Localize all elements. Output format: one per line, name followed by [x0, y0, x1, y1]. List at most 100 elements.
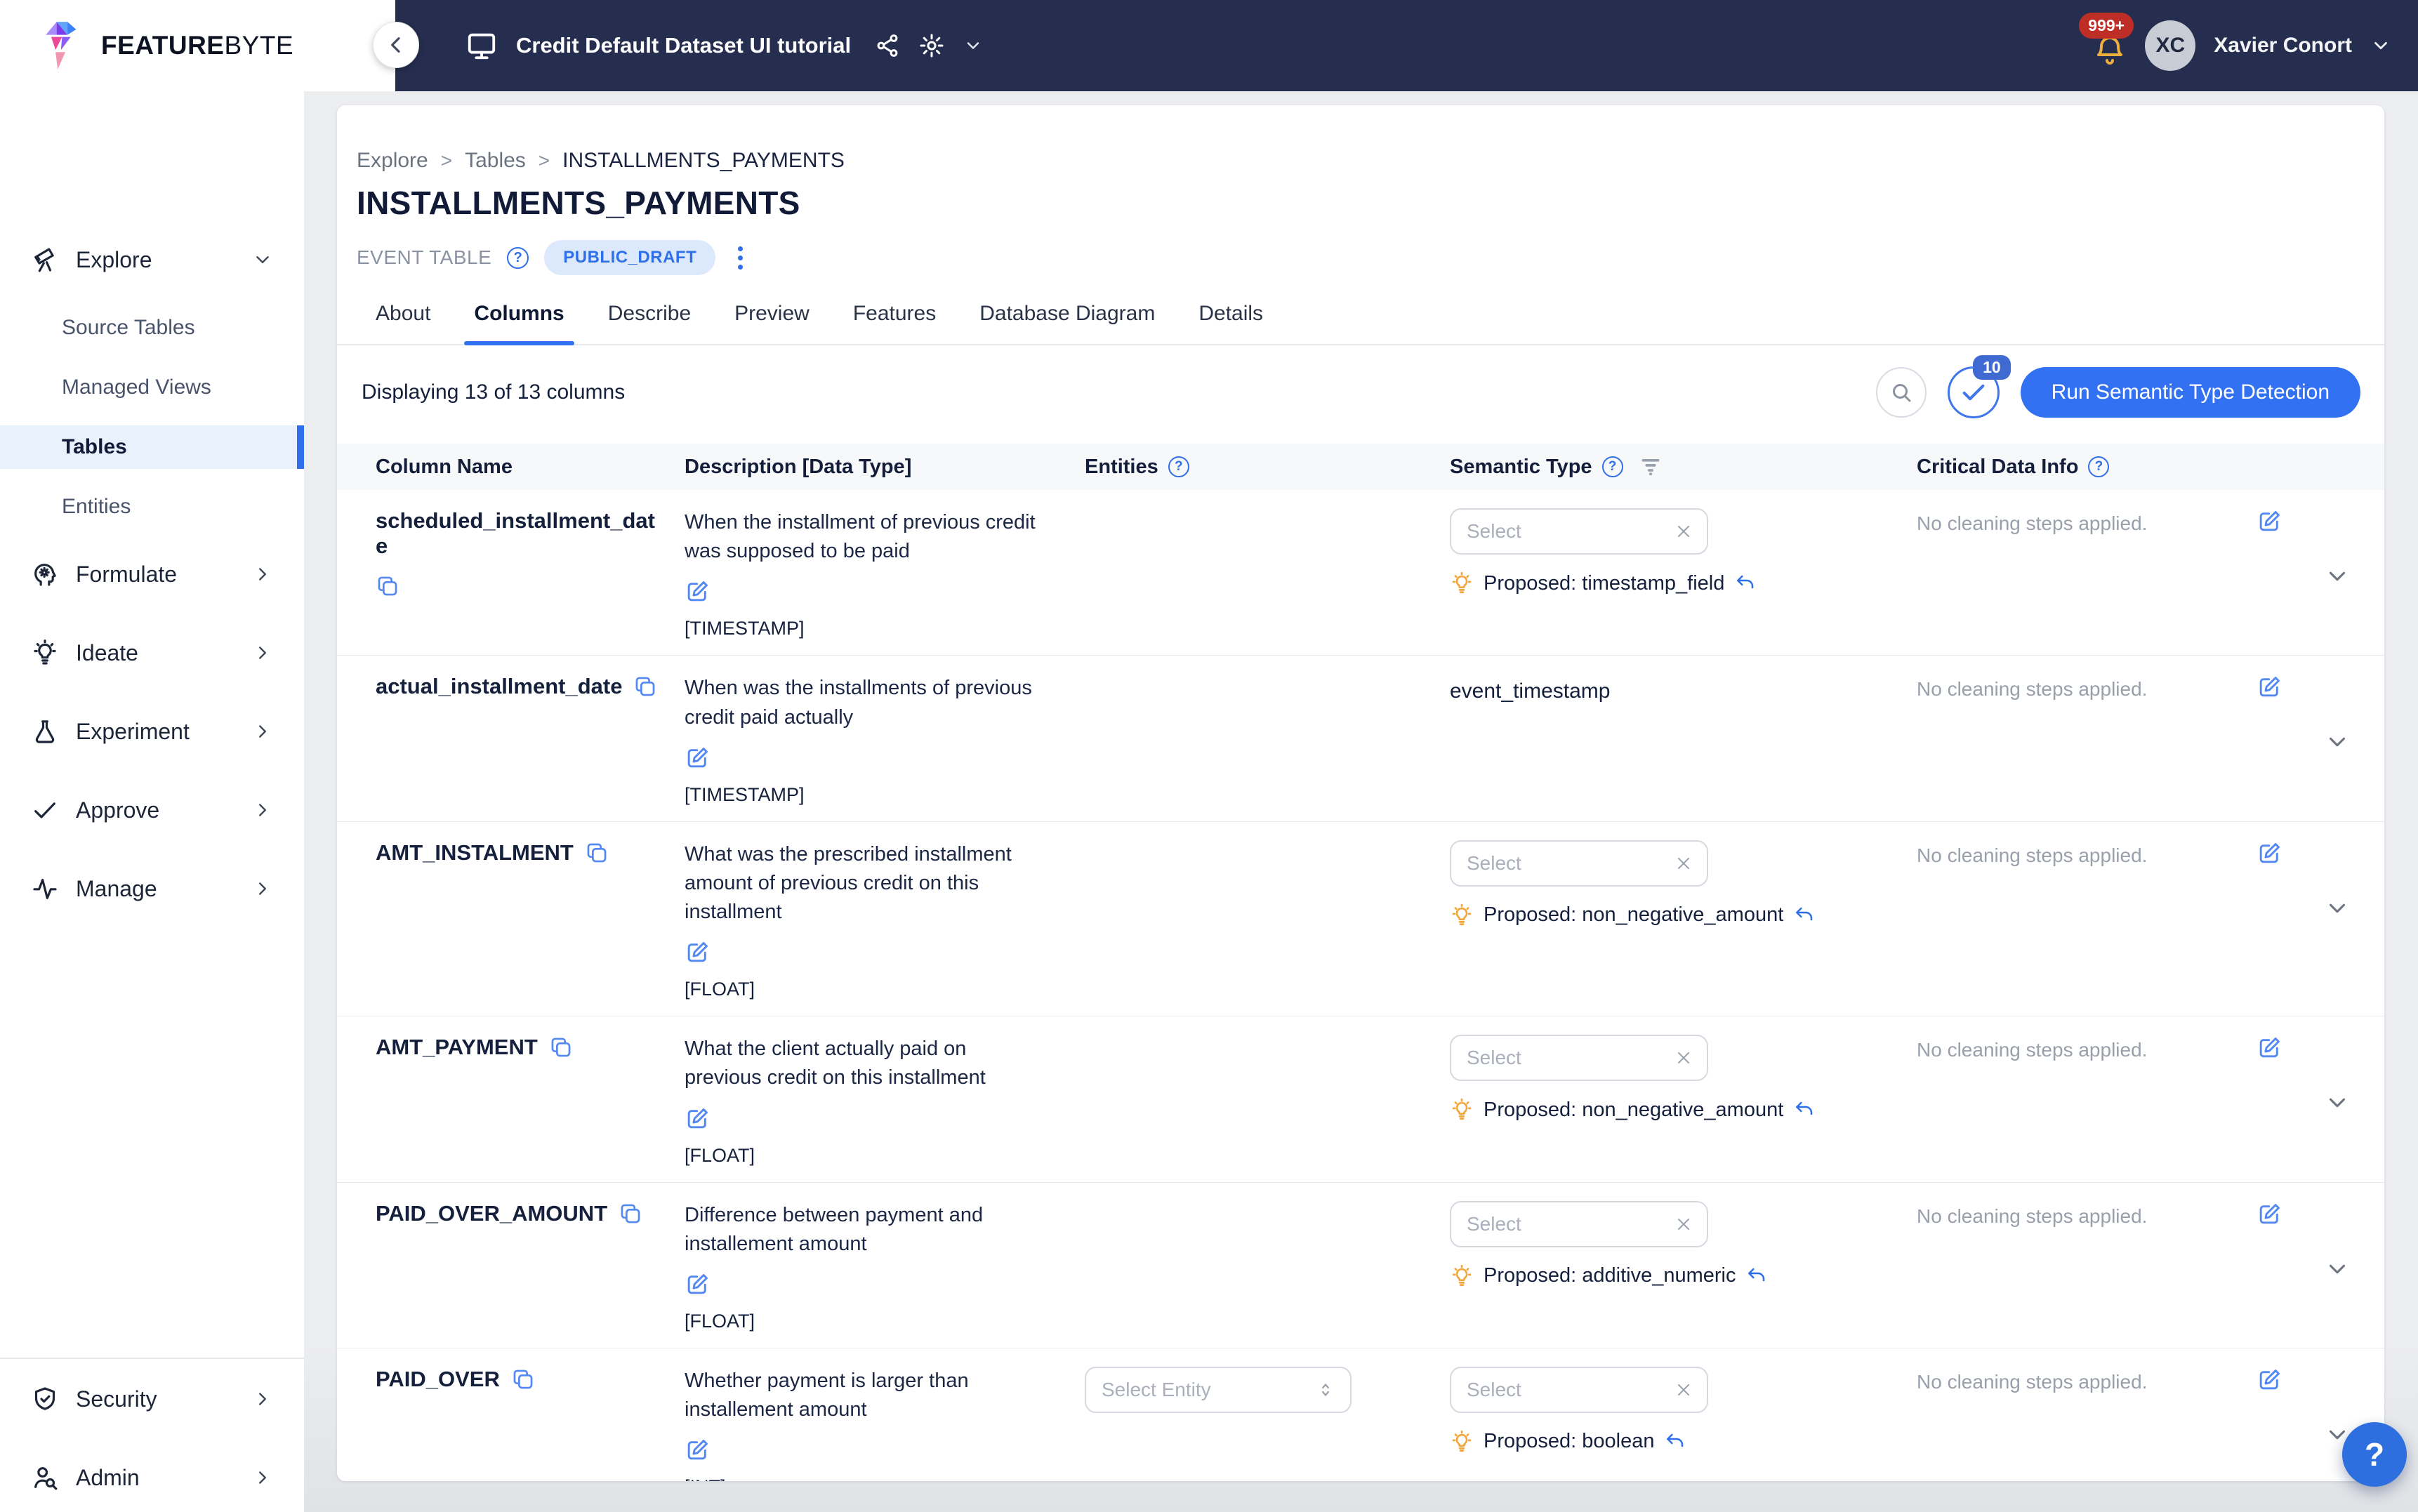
search-button[interactable] [1876, 367, 1927, 418]
undo-icon[interactable] [1664, 1431, 1686, 1453]
breadcrumb-item[interactable]: Explore [357, 149, 428, 173]
edit-description-icon[interactable] [685, 745, 711, 771]
undo-icon[interactable] [1793, 1099, 1816, 1121]
gear-icon[interactable] [918, 32, 945, 59]
clear-icon[interactable] [1674, 522, 1693, 541]
tab-describe[interactable]: Describe [608, 302, 691, 344]
more-options-button[interactable] [731, 244, 750, 272]
top-bar: FEATUREBYTE Credit Default Dataset UI tu… [0, 0, 2418, 91]
filter-icon[interactable] [1639, 455, 1663, 479]
clear-icon[interactable] [1674, 1381, 1693, 1399]
sidebar-item-entities[interactable]: Entities [0, 485, 304, 529]
expand-row-chevron-icon[interactable] [2324, 1256, 2351, 1282]
help-icon[interactable]: ? [1602, 456, 1623, 477]
critical-data-cell: No cleaning steps applied. [1917, 674, 2247, 701]
edit-description-icon[interactable] [685, 1106, 711, 1132]
undo-icon[interactable] [1793, 904, 1816, 927]
row-actions-cell [2247, 508, 2363, 606]
edit-critical-data-icon[interactable] [2257, 840, 2282, 866]
semantic-type-select[interactable]: Select [1450, 508, 1708, 555]
avatar[interactable]: XC [2145, 20, 2195, 71]
sidebar-item-manage[interactable]: Manage [0, 864, 304, 913]
chevron-down-icon[interactable] [963, 36, 983, 55]
proposed-semantic-type: Proposed: non_negative_amount [1450, 1098, 1917, 1122]
sidebar-item-explore[interactable]: Explore [0, 235, 304, 284]
edit-critical-data-icon[interactable] [2257, 1201, 2282, 1227]
description-cell: When was the installments of previous cr… [685, 674, 1085, 805]
workspace-actions [875, 32, 983, 59]
edit-description-icon[interactable] [685, 578, 711, 604]
tab-details[interactable]: Details [1198, 302, 1263, 344]
tab-database-diagram[interactable]: Database Diagram [979, 302, 1155, 344]
edit-description-icon[interactable] [685, 1271, 711, 1297]
select-entity-dropdown[interactable]: Select Entity [1085, 1367, 1352, 1413]
undo-icon[interactable] [1734, 572, 1757, 595]
copy-icon[interactable] [619, 1202, 642, 1226]
breadcrumb-item[interactable]: Tables [465, 149, 526, 173]
sidebar-item-source-tables[interactable]: Source Tables [0, 306, 304, 350]
edit-description-icon[interactable] [685, 1437, 711, 1463]
copy-icon[interactable] [549, 1035, 573, 1059]
edit-description-line [685, 939, 1057, 969]
sidebar-item-managed-views[interactable]: Managed Views [0, 366, 304, 409]
check-icon [1960, 378, 1988, 406]
help-icon[interactable]: ? [507, 247, 529, 269]
user-menu-chevron-icon[interactable] [2370, 35, 2391, 56]
help-icon[interactable]: ? [1168, 456, 1189, 477]
expand-row-chevron-icon[interactable] [2324, 729, 2351, 755]
clear-icon[interactable] [1674, 1049, 1693, 1067]
semantic-type-select[interactable]: Select [1450, 1035, 1708, 1081]
edit-critical-data-icon[interactable] [2257, 508, 2282, 534]
copy-icon[interactable] [511, 1367, 535, 1391]
tab-features[interactable]: Features [853, 302, 936, 344]
sidebar-item-experiment[interactable]: Experiment [0, 707, 304, 756]
sidebar-collapse-button[interactable] [373, 22, 419, 68]
edit-description-icon[interactable] [685, 939, 711, 965]
undo-icon[interactable] [1745, 1265, 1768, 1287]
sidebar-subitem-label: Managed Views [62, 376, 211, 399]
copy-icon[interactable] [376, 574, 399, 598]
clear-icon[interactable] [1674, 1215, 1693, 1233]
sidebar-item-approve[interactable]: Approve [0, 785, 304, 835]
semantic-type-select[interactable]: Select [1450, 1367, 1708, 1413]
row-actions-cell [2247, 840, 2363, 939]
chevron-right-icon [252, 1467, 273, 1488]
sidebar-item-label: Formulate [76, 562, 177, 588]
sidebar-item-tables[interactable]: Tables [0, 425, 304, 469]
columns-summary: Displaying 13 of 13 columns [362, 380, 625, 404]
edit-critical-data-icon[interactable] [2257, 1367, 2282, 1393]
lightbulb-icon [1450, 1098, 1474, 1122]
tab-preview[interactable]: Preview [734, 302, 810, 344]
table-header-row: Column Name Description [Data Type] Enti… [337, 444, 2384, 490]
clear-icon[interactable] [1674, 854, 1693, 873]
sidebar-footer: Security Admin [0, 1358, 304, 1502]
semantic-type-select[interactable]: Select [1450, 1201, 1708, 1247]
help-fab-button[interactable]: ? [2342, 1422, 2407, 1487]
column-name-text: PAID_OVER_AMOUNT [376, 1201, 607, 1226]
expand-row-chevron-icon[interactable] [2324, 563, 2351, 590]
notifications[interactable]: 999+ [2093, 34, 2127, 67]
edit-critical-data-icon[interactable] [2257, 674, 2282, 700]
sidebar-item-formulate[interactable]: Formulate [0, 550, 304, 599]
sidebar-item-admin[interactable]: Admin [0, 1453, 304, 1502]
tab-about[interactable]: About [376, 302, 430, 344]
proposed-text: Proposed: additive_numeric [1484, 1264, 1736, 1287]
copy-icon[interactable] [633, 675, 657, 698]
edit-critical-data-icon[interactable] [2257, 1035, 2282, 1061]
expand-row-chevron-icon[interactable] [2324, 1089, 2351, 1116]
description-text: What the client actually paid on previou… [685, 1035, 1046, 1092]
run-semantic-type-detection-button[interactable]: Run Semantic Type Detection [2021, 367, 2360, 418]
columns-toolbar: Displaying 13 of 13 columns 10 Run Seman… [357, 366, 2365, 418]
data-type-label: [TIMESTAMP] [685, 784, 1057, 806]
select-entity-placeholder: Select Entity [1102, 1379, 1211, 1401]
expand-row-chevron-icon[interactable] [2324, 895, 2351, 922]
help-icon[interactable]: ? [2088, 456, 2109, 477]
tab-columns[interactable]: Columns [474, 302, 564, 344]
sidebar-item-security[interactable]: Security [0, 1374, 304, 1424]
semantic-type-cell: Select Proposed: non_negative_amount [1450, 1035, 1917, 1122]
share-icon[interactable] [875, 33, 900, 58]
description-cell: When the installment of previous credit … [685, 508, 1085, 639]
semantic-type-select[interactable]: Select [1450, 840, 1708, 887]
sidebar-item-ideate[interactable]: Ideate [0, 628, 304, 677]
copy-icon[interactable] [585, 841, 609, 865]
